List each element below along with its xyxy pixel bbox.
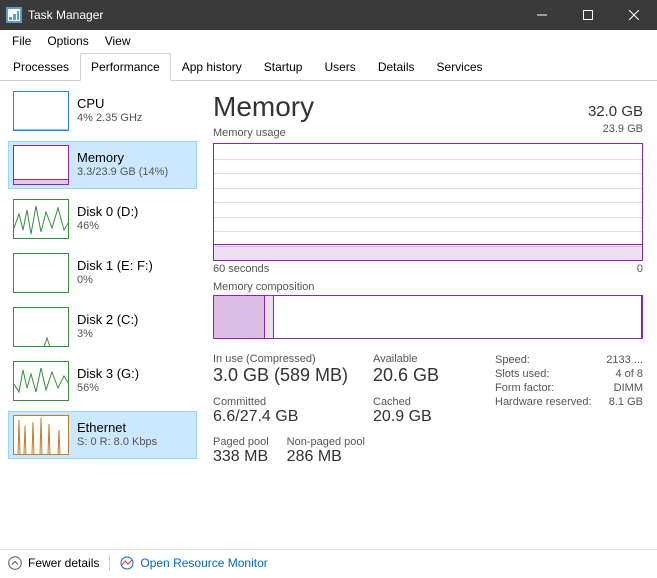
stat-value: DIMM <box>614 382 643 394</box>
comp-seg-standby <box>274 296 642 338</box>
maximize-button[interactable] <box>565 0 611 30</box>
sidebar-item-disk1[interactable]: Disk 1 (E: F:) 0% <box>8 249 197 297</box>
axis-right: 0 <box>637 263 643 275</box>
tab-app-history[interactable]: App history <box>171 53 253 81</box>
sidebar-item-label: Disk 3 (G:) <box>77 366 139 382</box>
window-title: Task Manager <box>28 8 519 22</box>
separator <box>109 555 110 571</box>
sidebar-item-memory[interactable]: Memory 3.3/23.9 GB (14%) <box>8 141 197 189</box>
sidebar-item-sub: S: 0 R: 8.0 Kbps <box>77 436 157 450</box>
taskmgr-icon <box>6 7 22 23</box>
sidebar-item-disk3[interactable]: Disk 3 (G:) 56% <box>8 357 197 405</box>
sidebar-item-label: Disk 0 (D:) <box>77 204 138 220</box>
stat-value: 286 MB <box>287 448 365 466</box>
stat-label: Slots used: <box>495 368 549 380</box>
comp-seg-modified <box>265 296 274 338</box>
tab-details[interactable]: Details <box>367 53 426 81</box>
window-controls <box>519 0 657 30</box>
stat-label: Committed <box>213 396 373 408</box>
tab-processes[interactable]: Processes <box>2 53 80 81</box>
tab-services[interactable]: Services <box>426 53 494 81</box>
stat-value: 338 MB <box>213 448 269 466</box>
stat-value: 20.9 GB <box>373 408 483 426</box>
stat-value: 3.0 GB (589 MB) <box>213 365 373 386</box>
stat-value: 8.1 GB <box>609 396 643 408</box>
minimize-button[interactable] <box>519 0 565 30</box>
sidebar-item-label: Disk 2 (C:) <box>77 312 138 328</box>
usage-label: Memory usage <box>213 127 286 139</box>
sidebar-item-label: Disk 1 (E: F:) <box>77 258 153 274</box>
sidebar-item-sub: 56% <box>77 382 139 396</box>
stat-value: 4 of 8 <box>615 368 643 380</box>
stat-label: In use (Compressed) <box>213 353 373 365</box>
stat-label: Cached <box>373 396 483 408</box>
memory-thumb <box>13 145 69 185</box>
footer: Fewer details Open Resource Monitor <box>0 549 657 575</box>
sidebar-item-sub: 3.3/23.9 GB (14%) <box>77 166 168 180</box>
open-resource-monitor-link[interactable]: Open Resource Monitor <box>140 556 267 570</box>
resource-monitor-icon <box>120 556 134 570</box>
tab-users[interactable]: Users <box>313 53 366 81</box>
stat-value: 2133 ... <box>606 354 643 366</box>
stat-value: 20.6 GB <box>373 365 483 386</box>
titlebar: Task Manager <box>0 0 657 30</box>
sidebar-item-ethernet[interactable]: Ethernet S: 0 R: 8.0 Kbps <box>8 411 197 459</box>
stats-right: Speed: 2133 ... Slots used: 4 of 8 Form fa… <box>495 353 643 426</box>
sidebar-item-disk2[interactable]: Disk 2 (C:) 3% <box>8 303 197 351</box>
composition-label: Memory composition <box>213 281 643 293</box>
axis-left: 60 seconds <box>213 263 269 275</box>
main-panel: Memory 32.0 GB Memory usage 23.9 GB 60 s… <box>197 81 657 549</box>
disk1-thumb <box>13 253 69 293</box>
chevron-up-circle-icon[interactable] <box>8 556 22 570</box>
menubar: File Options View <box>0 30 657 52</box>
usage-max: 23.9 GB <box>603 123 643 135</box>
memory-composition-chart <box>213 295 643 339</box>
stat-label: Available <box>373 353 483 365</box>
sidebar-item-sub: 0% <box>77 274 153 288</box>
fewer-details-button[interactable]: Fewer details <box>28 556 99 570</box>
stat-label: Speed: <box>495 354 530 366</box>
disk2-thumb <box>13 307 69 347</box>
tabstrip: Processes Performance App history Startu… <box>0 52 657 81</box>
sidebar-item-sub: 4% 2.35 GHz <box>77 112 142 126</box>
stat-label: Non-paged pool <box>287 436 365 448</box>
stat-value: 6.6/27.4 GB <box>213 408 373 426</box>
disk0-thumb <box>13 199 69 239</box>
memory-usage-chart <box>213 143 643 261</box>
menu-options[interactable]: Options <box>39 32 96 50</box>
cpu-thumb <box>13 91 69 131</box>
stats-left: In use (Compressed) 3.0 GB (589 MB) Avai… <box>213 353 483 426</box>
sidebar-item-label: Memory <box>77 150 168 166</box>
tab-performance[interactable]: Performance <box>80 53 171 81</box>
content: CPU 4% 2.35 GHz Memory 3.3/23.9 GB (14%)… <box>0 81 657 549</box>
sidebar: CPU 4% 2.35 GHz Memory 3.3/23.9 GB (14%)… <box>0 81 197 549</box>
sidebar-item-sub: 3% <box>77 328 138 342</box>
capacity: 32.0 GB <box>588 103 643 120</box>
sidebar-item-cpu[interactable]: CPU 4% 2.35 GHz <box>8 87 197 135</box>
stat-label: Form factor: <box>495 382 554 394</box>
comp-seg-inuse <box>214 296 265 338</box>
stats-bottom: Paged pool 338 MB Non-paged pool 286 MB <box>213 436 643 466</box>
page-title: Memory <box>213 91 314 123</box>
stat-label: Paged pool <box>213 436 269 448</box>
sidebar-item-disk0[interactable]: Disk 0 (D:) 46% <box>8 195 197 243</box>
sidebar-item-label: CPU <box>77 96 142 112</box>
tab-startup[interactable]: Startup <box>253 53 314 81</box>
ethernet-thumb <box>13 415 69 455</box>
sidebar-item-sub: 46% <box>77 220 138 234</box>
disk3-thumb <box>13 361 69 401</box>
sidebar-item-label: Ethernet <box>77 420 157 436</box>
menu-file[interactable]: File <box>4 32 39 50</box>
stat-label: Hardware reserved: <box>495 396 592 408</box>
close-button[interactable] <box>611 0 657 30</box>
menu-view[interactable]: View <box>97 32 139 50</box>
